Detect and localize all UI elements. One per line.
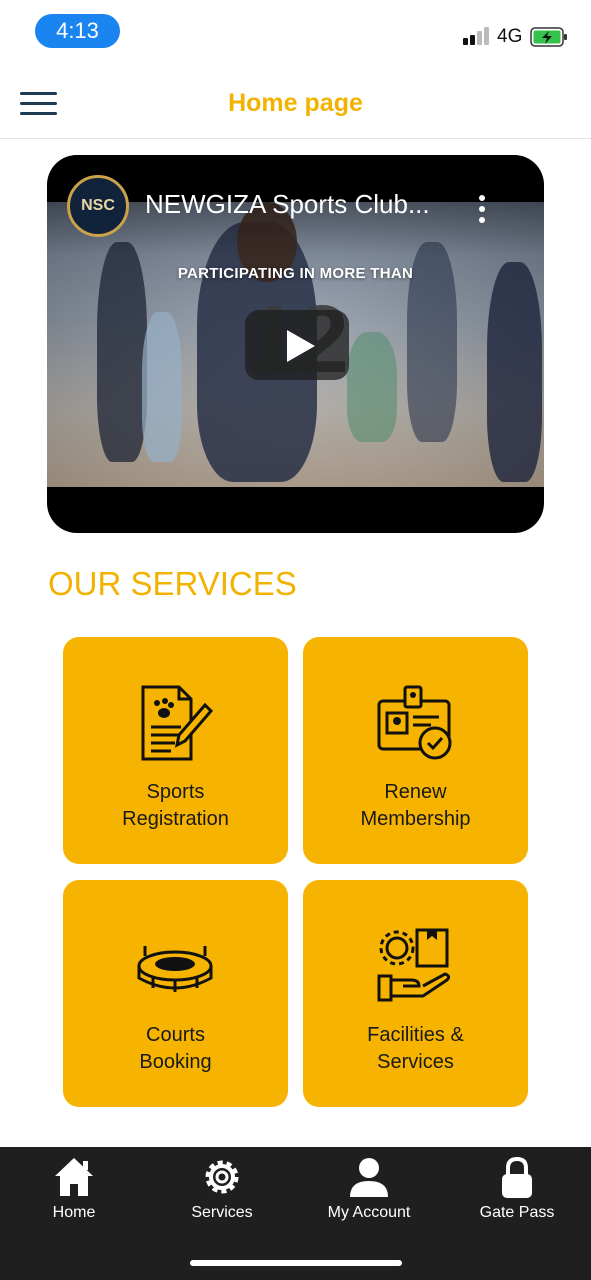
- sports-registration-button[interactable]: Sports Registration: [63, 637, 288, 864]
- facilities-hand-icon: [377, 928, 451, 1002]
- tile-label: Sports Registration: [122, 781, 229, 830]
- nav-label: Services: [191, 1204, 253, 1221]
- membership-card-icon: [377, 685, 452, 760]
- signal-icon: [463, 27, 491, 45]
- home-indicator[interactable]: [190, 1260, 402, 1266]
- network-label: 4G: [497, 26, 523, 47]
- page-title: Home page: [228, 89, 363, 117]
- video-title[interactable]: NEWGIZA Sports Club...: [145, 189, 430, 220]
- tile-label: Renew Membership: [360, 781, 471, 830]
- sports-registration-icon: [141, 685, 214, 761]
- club-logo-icon[interactable]: NSC: [67, 175, 129, 237]
- video-player[interactable]: NSC NEWGIZA Sports Club... PARTICIPATING…: [47, 155, 544, 533]
- user-icon: [350, 1158, 388, 1197]
- nav-label: Home: [52, 1204, 96, 1221]
- home-icon: [55, 1158, 93, 1196]
- nav-services[interactable]: Services: [148, 1147, 296, 1237]
- facilities-services-button[interactable]: Facilities & Services: [303, 880, 528, 1107]
- more-options-icon[interactable]: [477, 195, 487, 225]
- play-button-icon[interactable]: [245, 310, 349, 380]
- app-header: Home page: [0, 62, 591, 139]
- gear-icon: [205, 1160, 239, 1194]
- status-time: 4:13: [35, 14, 120, 48]
- nav-my-account[interactable]: My Account: [295, 1147, 443, 1237]
- services-heading: OUR SERVICES: [48, 565, 297, 602]
- nav-label: Gate Pass: [479, 1204, 555, 1221]
- tile-label: Courts Booking: [139, 1024, 212, 1073]
- renew-membership-button[interactable]: Renew Membership: [303, 637, 528, 864]
- nav-gate-pass[interactable]: Gate Pass: [443, 1147, 591, 1237]
- video-overlay-text: PARTICIPATING IN MORE THAN: [177, 265, 414, 282]
- lock-icon: [502, 1156, 532, 1198]
- tile-label: Facilities & Services: [367, 1024, 464, 1073]
- nav-label: My Account: [327, 1204, 411, 1221]
- status-bar: 4:13 4G: [0, 0, 591, 62]
- courts-booking-button[interactable]: Courts Booking: [63, 880, 288, 1107]
- stadium-icon: [137, 946, 213, 992]
- nav-home[interactable]: Home: [0, 1147, 148, 1237]
- battery-icon: [530, 27, 567, 47]
